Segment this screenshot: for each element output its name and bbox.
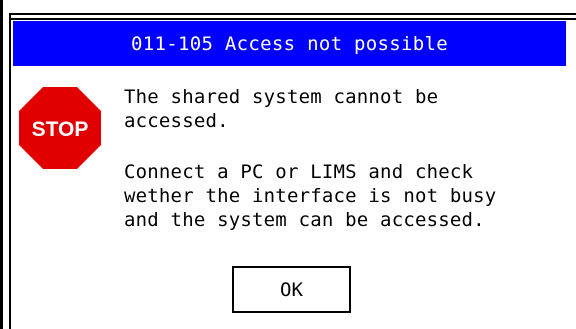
dialog-frame-top <box>9 13 576 15</box>
ok-button[interactable]: OK <box>232 266 351 313</box>
dialog-frame-left-inner <box>9 13 11 329</box>
dialog-title: 011-105 Access not possible <box>131 32 448 55</box>
dialog-title-bar: 011-105 Access not possible <box>13 21 566 68</box>
message-line-2: Connect a PC or LIMS and check wether th… <box>124 161 497 231</box>
stop-icon-text: STOP <box>32 118 89 141</box>
dialog-frame-top-inner <box>9 18 576 20</box>
error-dialog: 011-105 Access not possible STOP The sha… <box>0 0 576 329</box>
dialog-frame-left <box>0 0 3 329</box>
stop-icon: STOP <box>19 87 101 169</box>
message-line-1: The shared system cannot be accessed. <box>124 86 439 132</box>
